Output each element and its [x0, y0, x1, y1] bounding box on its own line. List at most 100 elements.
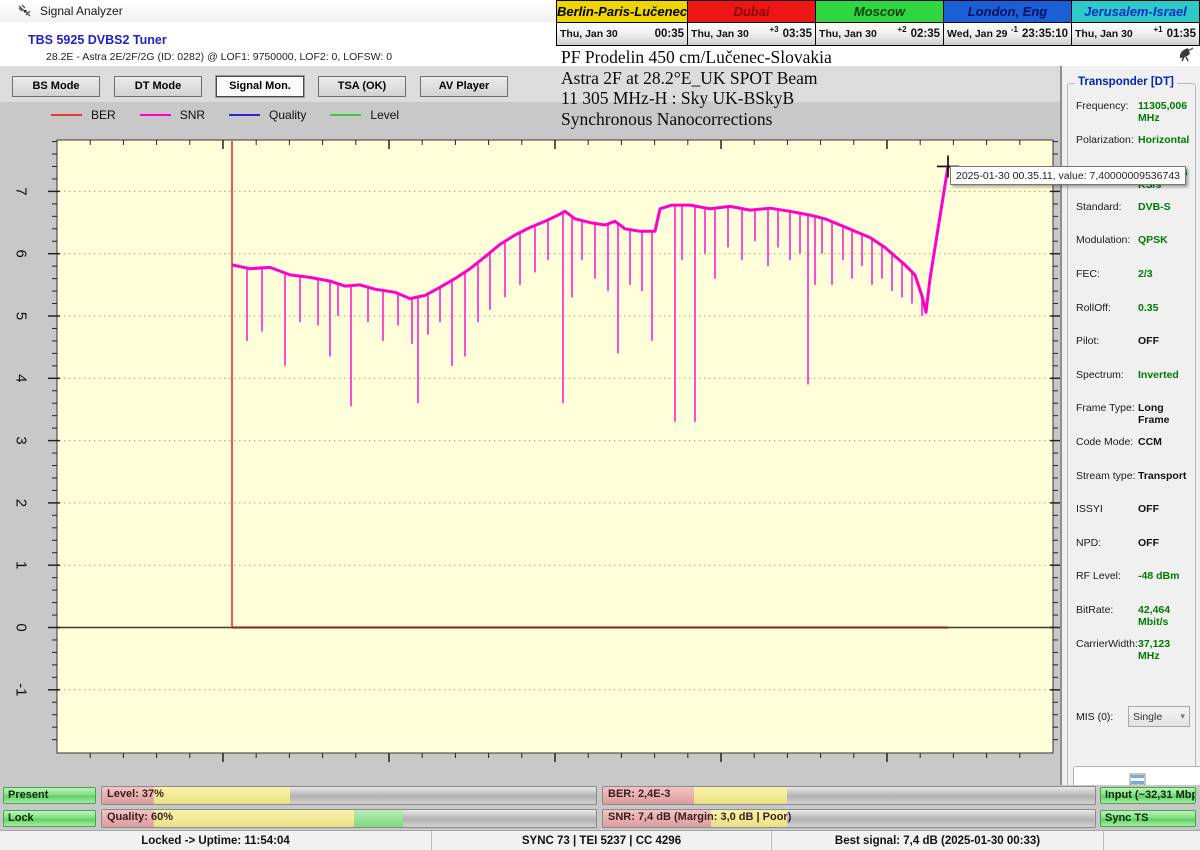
transponder-row: Polarization:Horizontal: [1076, 134, 1191, 168]
clock-5: Jerusalem-IsraelThu, Jan 30+101:35: [1071, 0, 1200, 46]
transponder-row-label: Stream type:: [1076, 470, 1138, 482]
tab-bs-mode[interactable]: BS Mode: [12, 76, 100, 97]
quality-bar: Quality: 60%: [101, 809, 597, 828]
clock-date: Wed, Jan 29: [947, 28, 1011, 40]
clock-3: MoscowThu, Jan 30+202:35: [815, 0, 944, 46]
window-title: Signal Analyzer: [40, 4, 123, 18]
clock-date: Thu, Jan 30: [560, 28, 655, 40]
ber-bar: BER: 2,4E-3: [602, 786, 1096, 805]
transponder-row-label: Code Mode:: [1076, 436, 1138, 448]
mis-row: MIS (0): Single ▾: [1076, 706, 1194, 727]
transponder-row: ISSYIOFF: [1076, 503, 1191, 537]
sync-ts-badge: Sync TS: [1100, 810, 1196, 827]
transponder-row: RF Level:-48 dBm: [1076, 570, 1191, 604]
transponder-row-value: Inverted: [1138, 369, 1179, 381]
clock-utc-offset: +3: [769, 25, 778, 34]
transponder-row-value: CCM: [1138, 436, 1162, 448]
transponder-row: Spectrum:Inverted: [1076, 369, 1191, 403]
bar-segment-yellow: [154, 787, 290, 804]
transponder-row-value: OFF: [1138, 537, 1159, 549]
transponder-row: CarrierWidth:37,123 MHz: [1076, 638, 1191, 672]
annotation-line-4: Synchronous Nanocorrections: [561, 109, 832, 130]
tab-av-player[interactable]: AV Player: [420, 76, 508, 97]
transponder-row-label: Polarization:: [1076, 134, 1138, 146]
clock-time: 23:35:10: [1022, 28, 1068, 40]
clock-1: Berlin-Paris-LučenecThu, Jan 3000:35: [556, 0, 688, 46]
transponder-title: Transponder [DT]: [1075, 76, 1177, 88]
clock-date: Thu, Jan 30: [819, 28, 897, 40]
satellite-dish-icon: [1176, 46, 1196, 67]
tab-dt-mode[interactable]: DT Mode: [114, 76, 202, 97]
clock-date: Thu, Jan 30: [691, 28, 769, 40]
transponder-row: Code Mode:CCM: [1076, 436, 1191, 470]
transponder-row-label: BitRate:: [1076, 604, 1138, 616]
transponder-row-label: FEC:: [1076, 268, 1138, 280]
tab-tsa-ok[interactable]: TSA (OK): [318, 76, 406, 97]
input-badge: Input (~32,31 Mbps): [1100, 787, 1196, 804]
legend-line-swatch: [330, 114, 361, 117]
clock-time-row: Thu, Jan 3000:35: [557, 23, 687, 45]
transponder-row-label: Standard:: [1076, 201, 1138, 213]
status-best-signal: Best signal: 7,4 dB (2025-01-30 00:33): [772, 831, 1104, 850]
annotation-line-1: PF Prodelin 450 cm/Lučenec-Slovakia: [561, 47, 832, 68]
transponder-row-label: NPD:: [1076, 537, 1138, 549]
transponder-row: Standard:DVB-S: [1076, 201, 1191, 235]
clock-city-label: Jerusalem-Israel: [1072, 1, 1199, 23]
annotation-line-2: Astra 2F at 28.2°E_UK SPOT Beam: [561, 68, 832, 89]
annotation-overlay: PF Prodelin 450 cm/Lučenec-Slovakia Astr…: [561, 47, 832, 129]
device-subtitle: 28.2E - Astra 2E/2F/2G (ID: 0282) @ LOF1…: [46, 51, 392, 63]
legend-item-quality: Quality: [229, 108, 306, 122]
app-icon: [17, 3, 32, 23]
clock-city-label: Dubai: [688, 1, 815, 23]
transponder-rows: Frequency:11305,006 MHzPolarization:Hori…: [1076, 100, 1191, 671]
transponder-row-value: 2/3: [1138, 268, 1153, 280]
clock-time-row: Thu, Jan 30+2 02:35: [816, 23, 943, 45]
transponder-row-value: 37,123 MHz: [1138, 638, 1191, 662]
transponder-row-value: 42,464 Mbit/s: [1138, 604, 1191, 628]
clock-time: 00:35: [655, 28, 684, 40]
status-spacer: [1104, 831, 1200, 850]
transponder-row-value: 11305,006 MHz: [1138, 100, 1191, 124]
bar-segment-green: [354, 810, 403, 827]
transponder-row-label: RF Level:: [1076, 570, 1138, 582]
clock-2: DubaiThu, Jan 30+303:35: [687, 0, 816, 46]
transponder-row: Stream type:Transport: [1076, 470, 1191, 504]
transponder-row: BitRate:42,464 Mbit/s: [1076, 604, 1191, 638]
tab-row: BS Mode DT Mode Signal Mon. TSA (OK) AV Play…: [12, 76, 508, 97]
transponder-groupbox: Transponder [DT] Frequency:11305,006 MHz…: [1067, 83, 1196, 789]
clock-time: 02:35: [911, 28, 940, 40]
tab-signal-mon[interactable]: Signal Mon.: [216, 76, 304, 97]
world-clocks: Berlin-Paris-LučenecThu, Jan 3000:35Duba…: [556, 0, 1200, 46]
transponder-row-label: Spectrum:: [1076, 369, 1138, 381]
clock-time-row: Thu, Jan 30+303:35: [688, 23, 815, 45]
transponder-row-label: Frequency:: [1076, 100, 1138, 112]
transponder-row: Frequency:11305,006 MHz: [1076, 100, 1191, 134]
annotation-line-3: 11 305 MHz-H : Sky UK-BSkyB: [561, 88, 832, 109]
clock-time: 01:35: [1167, 28, 1196, 40]
legend-item-snr: SNR: [140, 108, 205, 122]
clock-time-row: Thu, Jan 30+101:35: [1072, 23, 1199, 45]
lock-badge: Lock: [3, 810, 96, 827]
legend-label: Level: [370, 108, 399, 122]
legend-line-swatch: [140, 114, 171, 117]
clock-date: Thu, Jan 30: [1075, 28, 1153, 40]
clock-utc-offset: +2: [897, 25, 906, 34]
device-title: TBS 5925 DVBS2 Tuner: [28, 33, 167, 47]
legend-item-ber: BER: [51, 108, 116, 122]
level-bar: Level: 37%: [101, 786, 597, 805]
transponder-row-label: ISSYI: [1076, 503, 1138, 515]
mis-dropdown[interactable]: Single ▾: [1128, 706, 1190, 727]
transponder-row-value: OFF: [1138, 335, 1159, 347]
present-badge: Present: [3, 787, 96, 804]
legend-line-swatch: [229, 114, 260, 117]
transponder-row: FEC:2/3: [1076, 268, 1191, 302]
transponder-row-value: Long Frame: [1138, 402, 1191, 426]
transponder-row-label: Modulation:: [1076, 234, 1138, 246]
legend-label: BER: [91, 108, 116, 122]
legend-label: Quality: [269, 108, 306, 122]
transponder-row: Modulation:QPSK: [1076, 234, 1191, 268]
transponder-row-value: QPSK: [1138, 234, 1168, 246]
bar-segment-yellow: [694, 787, 787, 804]
transponder-row: RollOff:0.35: [1076, 302, 1191, 336]
bar-label: BER: 2,4E-3: [608, 788, 670, 800]
